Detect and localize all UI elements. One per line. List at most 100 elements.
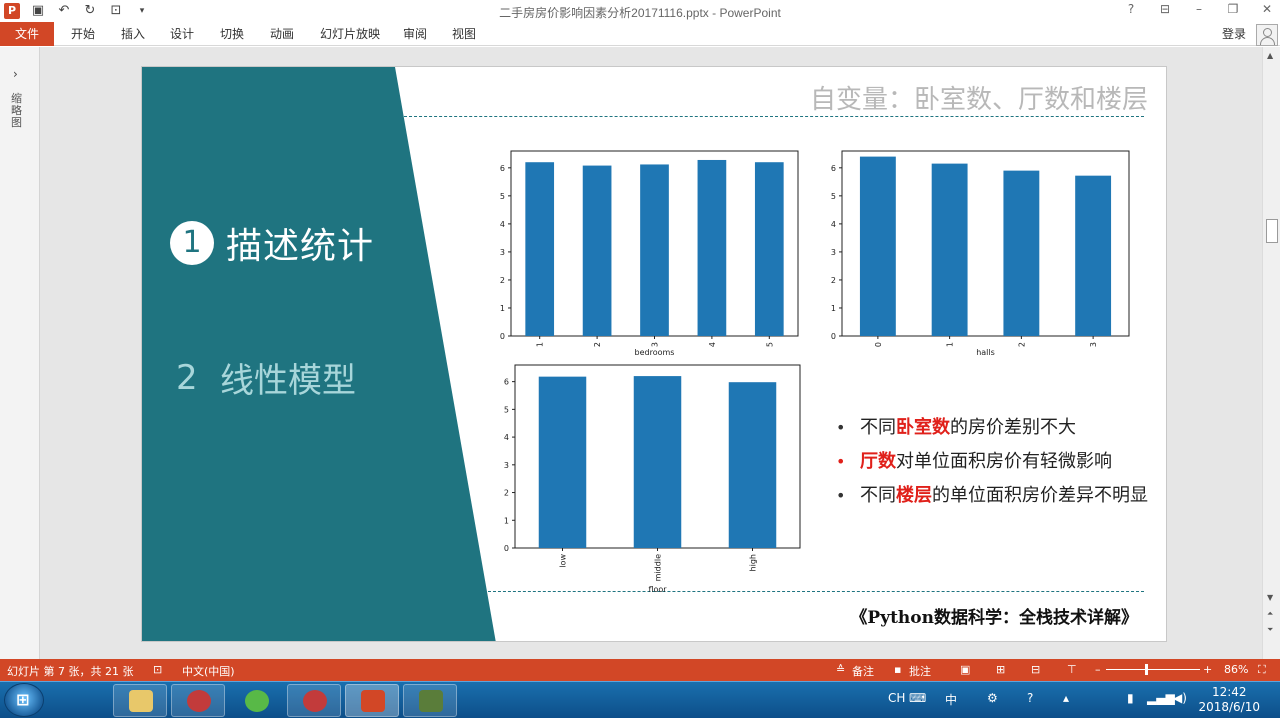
bar xyxy=(633,376,682,548)
tab-home[interactable]: 开始 xyxy=(71,22,95,46)
comments-button[interactable]: 批注 xyxy=(909,663,931,679)
y-tick-label: 3 xyxy=(504,461,509,470)
section-1-label: 描述统计 xyxy=(226,226,375,267)
y-tick-label: 4 xyxy=(504,433,509,442)
signal-icon[interactable]: ▂▄▆ xyxy=(1147,691,1175,705)
keyboard-icon[interactable]: ⌨ xyxy=(909,691,926,705)
expand-thumbnails-icon[interactable]: › xyxy=(13,67,18,81)
zoom-slider[interactable] xyxy=(1106,669,1200,670)
window-title: 二手房房价影响因素分析20171116.pptx - PowerPoint xyxy=(499,6,781,20)
restore-icon[interactable]: ❐ xyxy=(1226,2,1240,16)
tab-slideshow[interactable]: 幻灯片放映 xyxy=(320,22,380,46)
spellcheck-icon[interactable]: ⊡ xyxy=(153,663,162,676)
folder-icon xyxy=(129,690,153,712)
bullet-highlight: 厅数 xyxy=(860,451,896,472)
ime-indicator[interactable]: CH xyxy=(888,691,905,705)
volume-icon[interactable]: ◀) xyxy=(1173,691,1187,705)
slide-sorter-icon[interactable]: ⊞ xyxy=(996,663,1005,676)
x-axis-label: bedrooms xyxy=(635,348,675,357)
bullet-item: • 不同楼层的单位面积房价差异不明显 xyxy=(832,479,1152,513)
window-controls: ? ⊟ – ❐ ✕ xyxy=(1124,2,1274,16)
x-tick-label: high xyxy=(749,554,758,571)
taskbar-app-2[interactable] xyxy=(171,684,225,717)
scrollbar-thumb[interactable] xyxy=(1266,219,1278,243)
notes-icon[interactable]: ≙ xyxy=(836,663,845,676)
slide-counter[interactable]: 幻灯片 第 7 张，共 21 张 xyxy=(7,663,133,679)
help-icon[interactable]: ? xyxy=(1124,2,1138,16)
slideshow-view-icon[interactable]: ⊤ xyxy=(1067,663,1077,676)
clock[interactable]: 12:42 2018/6/10 xyxy=(1198,685,1260,715)
language-indicator[interactable]: 中文(中国) xyxy=(182,663,235,679)
tab-insert[interactable]: 插入 xyxy=(121,22,145,46)
status-bar: 幻灯片 第 7 张，共 21 张 ⊡ 中文(中国) ≙ 备注 ▪ 批注 ▣ ⊞ … xyxy=(0,659,1280,681)
tab-view[interactable]: 视图 xyxy=(452,22,476,46)
fit-to-window-icon[interactable]: ⛶ xyxy=(1258,663,1266,677)
start-button[interactable]: ⊞ xyxy=(4,683,44,717)
ribbon-display-icon[interactable]: ⊟ xyxy=(1158,2,1172,16)
help-icon[interactable]: ? xyxy=(1027,691,1033,705)
taskbar-powerpoint[interactable] xyxy=(345,684,399,717)
vertical-scrollbar[interactable]: ▲ ▼ ⏶ ⏷ xyxy=(1262,47,1280,659)
notes-button[interactable]: 备注 xyxy=(852,663,874,679)
bullet-dot: • xyxy=(836,486,846,505)
windows-logo-icon: ⊞ xyxy=(16,690,30,709)
thumbnail-pane[interactable]: › 缩略图 xyxy=(0,47,40,659)
zoom-in-icon[interactable]: + xyxy=(1203,663,1212,676)
powerpoint-window: P ▣ ↶ ↻ ⊡ ▾ 二手房房价影响因素分析20171116.pptx - P… xyxy=(0,0,1280,718)
reading-view-icon[interactable]: ⊟ xyxy=(1031,663,1040,676)
y-tick-label: 2 xyxy=(831,276,836,285)
tab-design[interactable]: 设计 xyxy=(170,22,194,46)
section-2-label: 线性模型 xyxy=(220,361,356,401)
show-hidden-icons-icon[interactable]: ▴ xyxy=(1063,691,1069,705)
scroll-up-icon[interactable]: ▲ xyxy=(1267,51,1273,60)
taskbar-app-6[interactable] xyxy=(403,684,457,717)
tab-file[interactable]: 文件 xyxy=(0,22,54,46)
y-tick-label: 1 xyxy=(500,304,505,313)
ime-chinese-icon[interactable]: 中 xyxy=(945,691,957,708)
bullet-text: 的房价差别不大 xyxy=(950,417,1076,438)
zoom-out-icon[interactable]: – xyxy=(1095,663,1101,676)
y-tick-label: 6 xyxy=(831,164,836,173)
clock-time: 12:42 xyxy=(1211,685,1247,699)
bullet-highlight: 楼层 xyxy=(896,485,932,506)
x-axis-label: floor xyxy=(648,585,667,594)
x-tick-label: 2 xyxy=(1017,342,1026,347)
login-link[interactable]: 登录 xyxy=(1222,25,1246,42)
previous-slide-icon[interactable]: ⏶ xyxy=(1267,609,1273,619)
chart-halls: 0 1 2 3 4 5 6 0 1 2 3 halls xyxy=(818,147,1138,357)
bar xyxy=(728,382,777,548)
normal-view-icon[interactable]: ▣ xyxy=(960,663,970,676)
tab-transitions[interactable]: 切换 xyxy=(220,22,244,46)
tab-review[interactable]: 审阅 xyxy=(403,22,427,46)
y-tick-label: 6 xyxy=(504,378,509,387)
zoom-level[interactable]: 86% xyxy=(1224,663,1248,676)
bullet-highlight: 卧室数 xyxy=(896,417,950,438)
scroll-down-icon[interactable]: ▼ xyxy=(1267,593,1273,602)
y-tick-label: 4 xyxy=(831,220,836,229)
taskbar-app-3[interactable] xyxy=(229,684,283,717)
user-avatar-icon[interactable] xyxy=(1256,24,1278,46)
bar xyxy=(640,164,669,336)
y-tick-label: 1 xyxy=(504,516,509,525)
bullet-item: • 不同卧室数的房价差别不大 xyxy=(832,411,1152,445)
bar xyxy=(931,163,968,336)
battery-icon[interactable]: ▮ xyxy=(1127,691,1134,705)
comments-icon[interactable]: ▪ xyxy=(894,663,901,676)
close-icon[interactable]: ✕ xyxy=(1260,2,1274,16)
x-tick-label: 0 xyxy=(874,342,883,347)
app-icon xyxy=(419,690,443,712)
tab-animations[interactable]: 动画 xyxy=(270,22,294,46)
y-tick-label: 5 xyxy=(500,192,505,201)
x-tick-label: 3 xyxy=(651,342,660,347)
taskbar-app-4[interactable] xyxy=(287,684,341,717)
taskbar-explorer[interactable] xyxy=(113,684,167,717)
chart-floor: 0 1 2 3 4 5 6 low middle high floor xyxy=(491,361,811,594)
y-tick-label: 0 xyxy=(500,332,505,341)
zoom-slider-knob[interactable] xyxy=(1145,664,1148,675)
settings-icon[interactable]: ⚙ xyxy=(987,691,998,705)
clock-date: 2018/6/10 xyxy=(1198,700,1260,714)
slide[interactable]: 1 描述统计 2 线性模型 自变量：卧室数、厅数和楼层 0 1 2 3 4 5 6 1 2 3 4 5… xyxy=(141,66,1167,642)
y-tick-label: 1 xyxy=(831,304,836,313)
minimize-icon[interactable]: – xyxy=(1192,2,1206,16)
next-slide-icon[interactable]: ⏷ xyxy=(1267,625,1273,635)
